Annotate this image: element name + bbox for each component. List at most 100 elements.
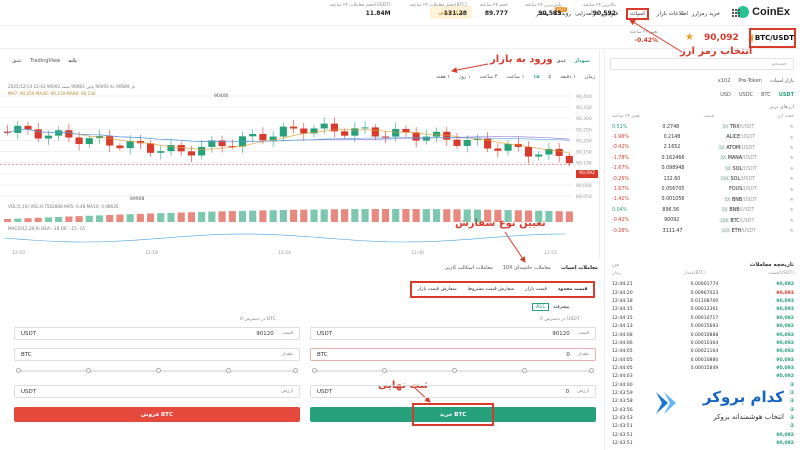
market-row-pair: 5X BNB/USDT [714,207,754,213]
filter-usd[interactable]: USD [720,92,731,98]
trade-amount: 0.00010717 [690,315,719,321]
interval-5m[interactable]: ۵ [548,74,551,80]
slider-dot[interactable] [589,368,594,373]
market-star-icon[interactable]: ★ [790,124,794,130]
volume-bar [524,210,533,222]
interval-1d[interactable]: ۱ روز [459,74,471,80]
market-star-icon[interactable]: ★ [790,187,794,193]
market-star-icon[interactable]: ★ [789,218,793,224]
slider-dot[interactable] [16,368,21,373]
market-row[interactable]: 0.04% 896.56 5X BNB/USDT ★ [612,205,794,215]
kodam-broker-watermark: کدام بروکر انتخاب هوشمندانه بروکر [650,382,790,432]
y-tick-label: 90,250 [576,127,592,133]
market-star-icon[interactable]: ★ [790,145,794,151]
buy-amount-field[interactable]: BTC 0 مقدار [310,348,596,361]
tab-margin-trading[interactable]: معاملات حاشیه‌ای 10X [503,265,551,271]
sell-price-field[interactable]: USDT 90120 قیمت [14,327,300,340]
trade-price: 90,092 [776,357,794,363]
slider-dot[interactable] [382,368,387,373]
tab-spot-market[interactable]: بازار اسپات [770,78,794,84]
tab-spot-trading[interactable]: معاملات اسپات [561,265,598,271]
interval-4h[interactable]: ۴ ساعت [480,74,498,80]
trades-mine-toggle[interactable]: من [612,262,619,268]
candlestick-chart[interactable]: 90,400 90,350 90,300 90,250 90,200 90,150 90,1… [0,86,600,258]
trade-time: 12:44:05 [612,357,633,363]
tab-pre-token[interactable]: Pre-Token [738,78,762,84]
volume-bar [402,209,410,222]
slider-dot[interactable] [522,368,527,373]
leverage-badge: 5X [723,196,731,202]
volume-bar [473,209,482,222]
market-star-icon[interactable]: ★ [790,207,794,213]
order-type-market[interactable]: قیمت بازار [525,287,547,292]
interval-1w[interactable]: ۱ هفته [436,74,450,80]
candle-body [402,128,410,133]
interval-15m[interactable]: ۱۵ [533,74,539,80]
market-star-icon[interactable]: ★ [790,197,794,203]
tab-chart[interactable]: نمودار [574,58,590,64]
market-row[interactable]: -1.67% 0.098948 5X SOL/USDT ★ [612,164,794,174]
candle-body [341,131,349,136]
buy-total-field[interactable]: USDT 0 ارزش [310,385,596,398]
slider-dot[interactable] [226,368,231,373]
market-row[interactable]: -1.78% 0.162466 5X MANA/USDT ★ [612,153,794,163]
sell-price-value: 90120 [256,330,274,337]
slider-dot[interactable] [86,368,91,373]
market-search-input[interactable]: جستجو [610,58,794,70]
order-type-stop-limit[interactable]: سفارش قیمت مشروط [468,287,515,292]
order-type-limit[interactable]: قیمت محدود [558,287,588,292]
trade-time: 12:44:05 [612,365,633,371]
order-type-stop-market[interactable]: سفارش قیمت بازار [418,287,457,292]
market-row[interactable]: -0.26% 3111.47 10X ETH/USDT ★ [612,226,794,236]
advanced-label[interactable]: پیشرفته [553,304,570,310]
interval-1m[interactable]: ۱ دقیقه [560,74,576,80]
market-row-change: 0.04% [612,207,628,213]
trade-time: 12:43:51 [612,432,633,438]
view-tradingview[interactable]: TradingView [30,58,60,64]
market-star-icon[interactable]: ★ [790,135,794,141]
market-star-icon[interactable]: ★ [790,166,794,172]
filter-usdt[interactable]: USDT [779,92,794,98]
buy-amount-slider[interactable] [312,368,594,373]
tab-x102[interactable]: x102 [718,78,731,84]
sell-total-field[interactable]: USDT ارزش [14,385,300,398]
market-row[interactable]: -1.67% 0.056705 FOUS/USDT ★ [612,184,794,194]
candle-body [55,130,63,136]
trade-amount: 0.00010880 [690,357,719,363]
slider-dot[interactable] [293,368,298,373]
market-row[interactable]: -1.96% 0.2148 ALICE/USDT ★ [612,132,794,142]
market-star-icon[interactable]: ★ [790,176,794,182]
macd-line [3,233,566,243]
market-row-price: 0.2148 [663,135,681,141]
view-depth[interactable]: عمق [12,58,22,64]
filter-usdc[interactable]: USDC [739,92,753,98]
sell-amount-field[interactable]: BTC مقدار [14,348,300,361]
market-row[interactable]: -1.42% 0.001056 5X BNB/USDT ★ [612,195,794,205]
tab-depth[interactable]: عمق [556,58,566,64]
market-row[interactable]: -0.42% 2.1652 5X ATOM/USDT ★ [612,143,794,153]
market-row[interactable]: 0.51% 0.2748 5X TRX/USDT ★ [612,122,794,132]
market-star-icon[interactable]: ★ [790,155,794,161]
market-row-change: -1.78% [612,155,629,161]
slider-dot[interactable] [156,368,161,373]
trade-price: 90,093 [776,307,794,313]
tab-scalp-trading[interactable]: معاملات اسکالپ کارتی [444,265,492,271]
market-row-change: -1.42% [612,197,629,203]
slider-dot[interactable] [452,368,457,373]
slider-dot[interactable] [312,368,317,373]
market-row[interactable]: -0.42% 90092 10X BTC/USDT ★ [612,216,794,226]
sell-button[interactable]: فروش BTC [14,407,300,422]
interval-1h[interactable]: ۱ ساعت [506,74,524,80]
trade-row: 12:43:51 90,092 [612,431,794,439]
market-star-icon[interactable]: ★ [790,228,794,234]
all-toggle[interactable]: ALL [532,303,549,311]
market-row[interactable]: -0.25% 132.60 10X SOL/USDT ★ [612,174,794,184]
sell-amount-slider[interactable] [16,368,298,373]
trade-time: 12:44:15 [612,307,633,313]
buy-price-field[interactable]: USDT 90120 قیمت [310,327,596,340]
trade-amount: 0.00015693 [690,324,719,330]
filter-btc[interactable]: BTC [761,92,771,98]
candle-body [157,151,165,153]
market-row-pair: ALICE/USDT [715,135,755,140]
view-basic[interactable]: پایه [68,58,77,64]
